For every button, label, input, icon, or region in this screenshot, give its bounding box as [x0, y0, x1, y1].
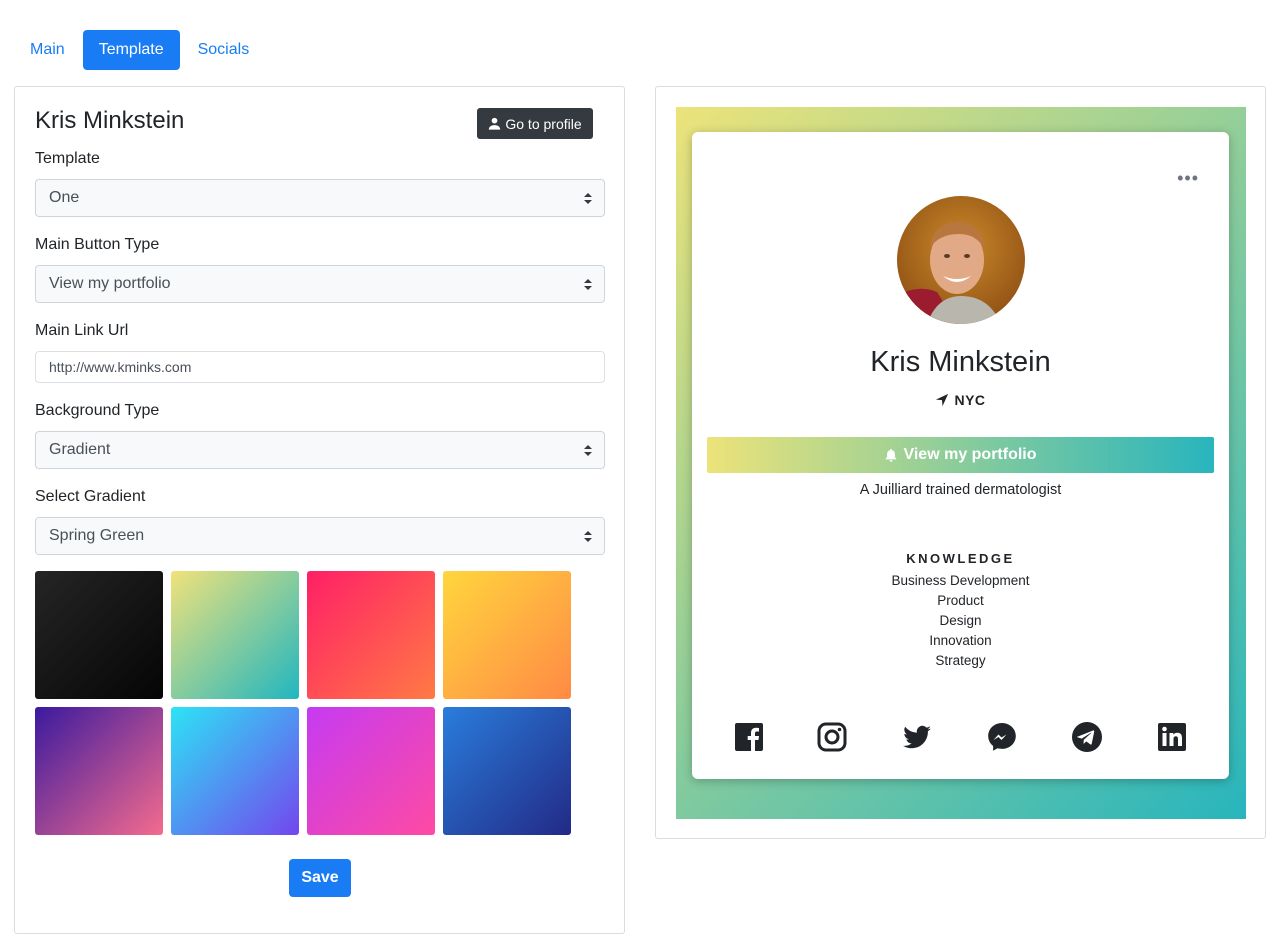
knowledge-item: Business Development — [891, 573, 1030, 588]
twitter-icon[interactable] — [900, 720, 934, 754]
main-button-type-value: View my portfolio — [49, 275, 171, 292]
knowledge-item: Strategy — [935, 653, 986, 668]
linkedin-icon[interactable] — [1155, 720, 1189, 754]
preview-gradient-background: ••• Kris Minkstein NYC View my portfolio… — [676, 107, 1246, 819]
avatar — [897, 196, 1025, 324]
save-button[interactable]: Save — [289, 859, 351, 897]
gradient-swatch[interactable] — [35, 571, 163, 699]
gradient-swatch[interactable] — [443, 707, 571, 835]
card-bio: A Juilliard trained dermatologist — [859, 482, 1062, 498]
gradient-swatch[interactable] — [443, 571, 571, 699]
view-portfolio-button[interactable]: View my portfolio — [707, 437, 1214, 473]
main-button-type-label: Main Button Type — [35, 236, 160, 253]
knowledge-item: Design — [939, 613, 982, 628]
go-to-profile-label: Go to profile — [505, 115, 582, 132]
template-editor-panel: Kris Minkstein Go to profile Template On… — [14, 86, 625, 934]
gradient-swatch[interactable] — [307, 707, 435, 835]
gradient-swatch[interactable] — [307, 571, 435, 699]
main-button-type-select[interactable]: View my portfolio — [35, 265, 605, 303]
gradient-swatch[interactable] — [171, 571, 299, 699]
instagram-icon[interactable] — [815, 720, 849, 754]
more-options-icon[interactable]: ••• — [1177, 168, 1199, 189]
tab-socials[interactable]: Socials — [182, 30, 266, 70]
template-select[interactable]: One — [35, 179, 605, 217]
background-type-select[interactable]: Gradient — [35, 431, 605, 469]
tab-main[interactable]: Main — [14, 30, 81, 70]
select-arrows-icon — [584, 445, 592, 456]
profile-card: ••• Kris Minkstein NYC View my portfolio… — [692, 132, 1229, 779]
knowledge-heading: KNOWLEDGE — [906, 551, 1015, 566]
card-profile-name: Kris Minkstein — [870, 346, 1051, 378]
go-to-profile-button[interactable]: Go to profile — [477, 108, 593, 139]
knowledge-item: Product — [937, 593, 984, 608]
card-location: NYC — [692, 392, 1229, 408]
knowledge-list: Business Development Product Design Inno… — [692, 571, 1229, 671]
main-link-url-label: Main Link Url — [35, 322, 129, 339]
user-icon — [489, 117, 501, 130]
tab-bar: Main Template Socials — [14, 30, 265, 70]
bell-icon — [886, 448, 897, 462]
gradient-swatch[interactable] — [171, 707, 299, 835]
select-arrows-icon — [584, 193, 592, 204]
tab-template[interactable]: Template — [82, 30, 180, 70]
knowledge-item: Innovation — [929, 633, 992, 648]
background-type-label: Background Type — [35, 402, 160, 419]
gradient-swatch[interactable] — [35, 707, 163, 835]
select-gradient-value: Spring Green — [49, 527, 145, 544]
main-link-url-input[interactable]: http://www.kminks.com — [35, 351, 605, 383]
view-portfolio-label: View my portfolio — [903, 446, 1037, 463]
location-arrow-icon — [936, 393, 949, 407]
social-links — [692, 720, 1229, 754]
select-arrows-icon — [584, 531, 592, 542]
profile-name-heading: Kris Minkstein — [35, 107, 185, 134]
telegram-icon[interactable] — [1070, 720, 1104, 754]
select-gradient-label: Select Gradient — [35, 488, 146, 505]
card-location-text: NYC — [954, 392, 986, 408]
messenger-icon[interactable] — [985, 720, 1019, 754]
select-arrows-icon — [584, 279, 592, 290]
facebook-icon[interactable] — [732, 720, 766, 754]
profile-preview-panel: ••• Kris Minkstein NYC View my portfolio… — [655, 86, 1266, 839]
template-label: Template — [35, 150, 100, 167]
select-gradient-select[interactable]: Spring Green — [35, 517, 605, 555]
background-type-value: Gradient — [49, 441, 111, 458]
template-select-value: One — [49, 189, 80, 206]
